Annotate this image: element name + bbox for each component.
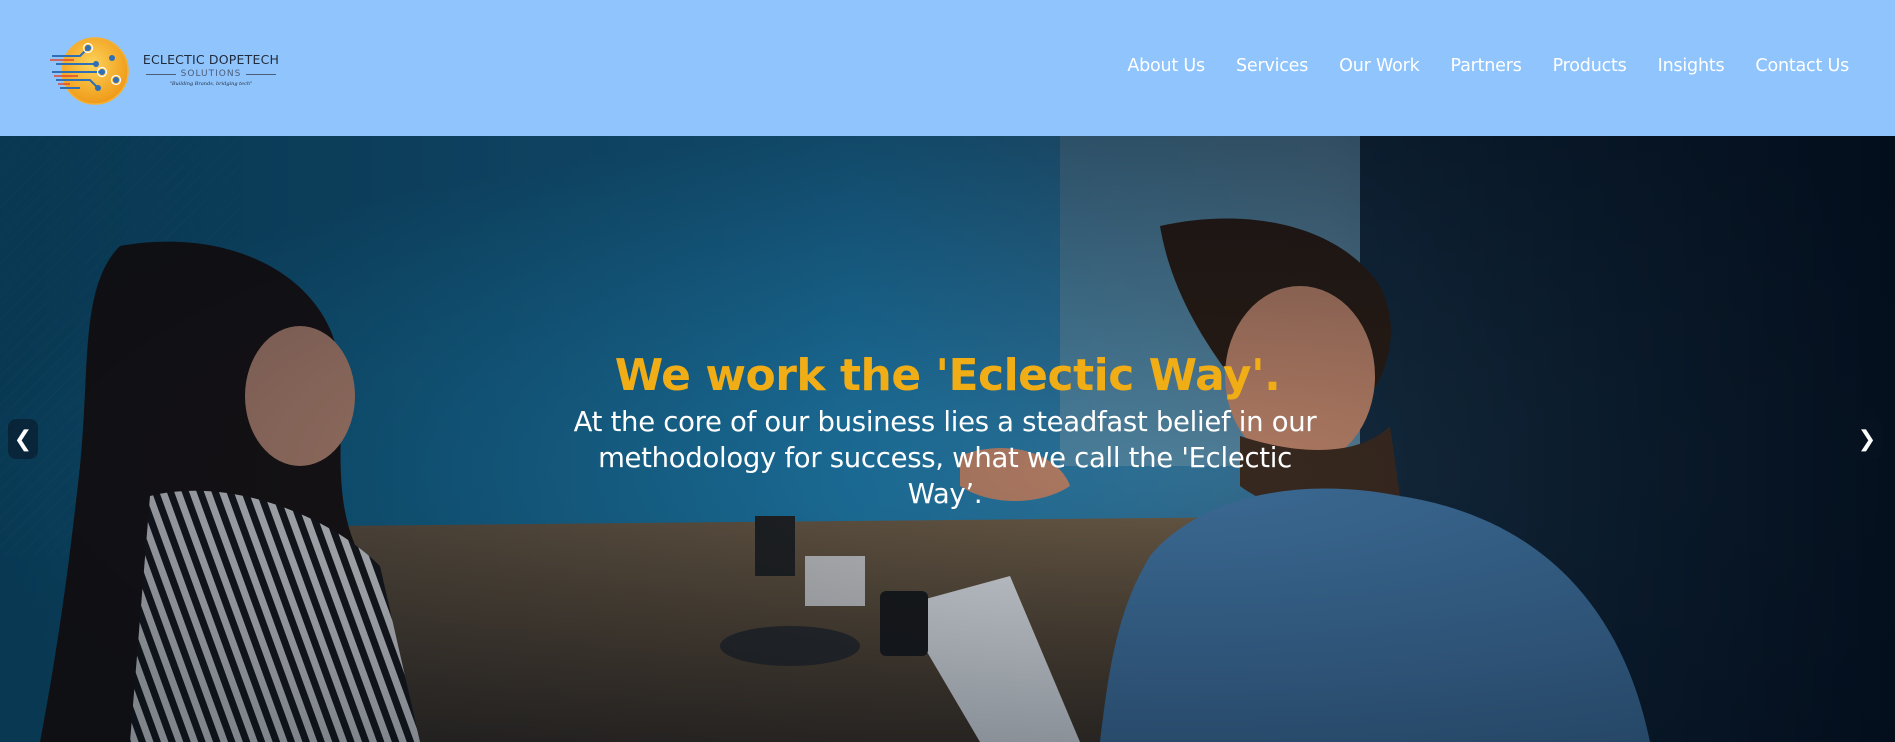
slider-next-button[interactable]: ❯	[1852, 419, 1882, 459]
nav-item-products[interactable]: Products	[1553, 56, 1627, 76]
main-nav: About Us Services Our Work Partners Prod…	[1096, 56, 1849, 76]
logo-wordmark: ECLECTIC DOPETECH SOLUTIONS "Building Br…	[142, 52, 280, 87]
chevron-left-icon: ❮	[13, 426, 33, 452]
divider	[145, 73, 176, 75]
brand-sub: SOLUTIONS	[180, 69, 242, 79]
nav-item-partners[interactable]: Partners	[1451, 56, 1522, 76]
hero-description: At the core of our business lies a stead…	[573, 406, 1317, 510]
nav-item-contact-us[interactable]: Contact Us	[1755, 56, 1849, 76]
nav-item-our-work[interactable]: Our Work	[1339, 56, 1420, 76]
nav-item-about-us[interactable]: About Us	[1127, 56, 1205, 76]
nav-item-insights[interactable]: Insights	[1658, 56, 1725, 76]
nav-item-services[interactable]: Services	[1236, 56, 1308, 76]
hero-slider: We work the 'Eclectic Way'. At the core …	[0, 136, 1895, 742]
brand-sub-row: SOLUTIONS	[142, 69, 280, 79]
site-header: ECLECTIC DOPETECH SOLUTIONS "Building Br…	[0, 0, 1895, 136]
chevron-right-icon: ❯	[1857, 426, 1877, 452]
hero-title: We work the 'Eclectic Way'.	[614, 350, 1281, 401]
brand-logo[interactable]: ECLECTIC DOPETECH SOLUTIONS "Building Br…	[50, 34, 280, 108]
logo-globe-icon	[50, 37, 129, 105]
brand-name: ECLECTIC DOPETECH	[142, 52, 280, 67]
slider-prev-button[interactable]: ❮	[8, 419, 38, 459]
divider	[246, 73, 277, 75]
brand-tagline: "Building Brands, bridging tech"	[169, 81, 253, 87]
